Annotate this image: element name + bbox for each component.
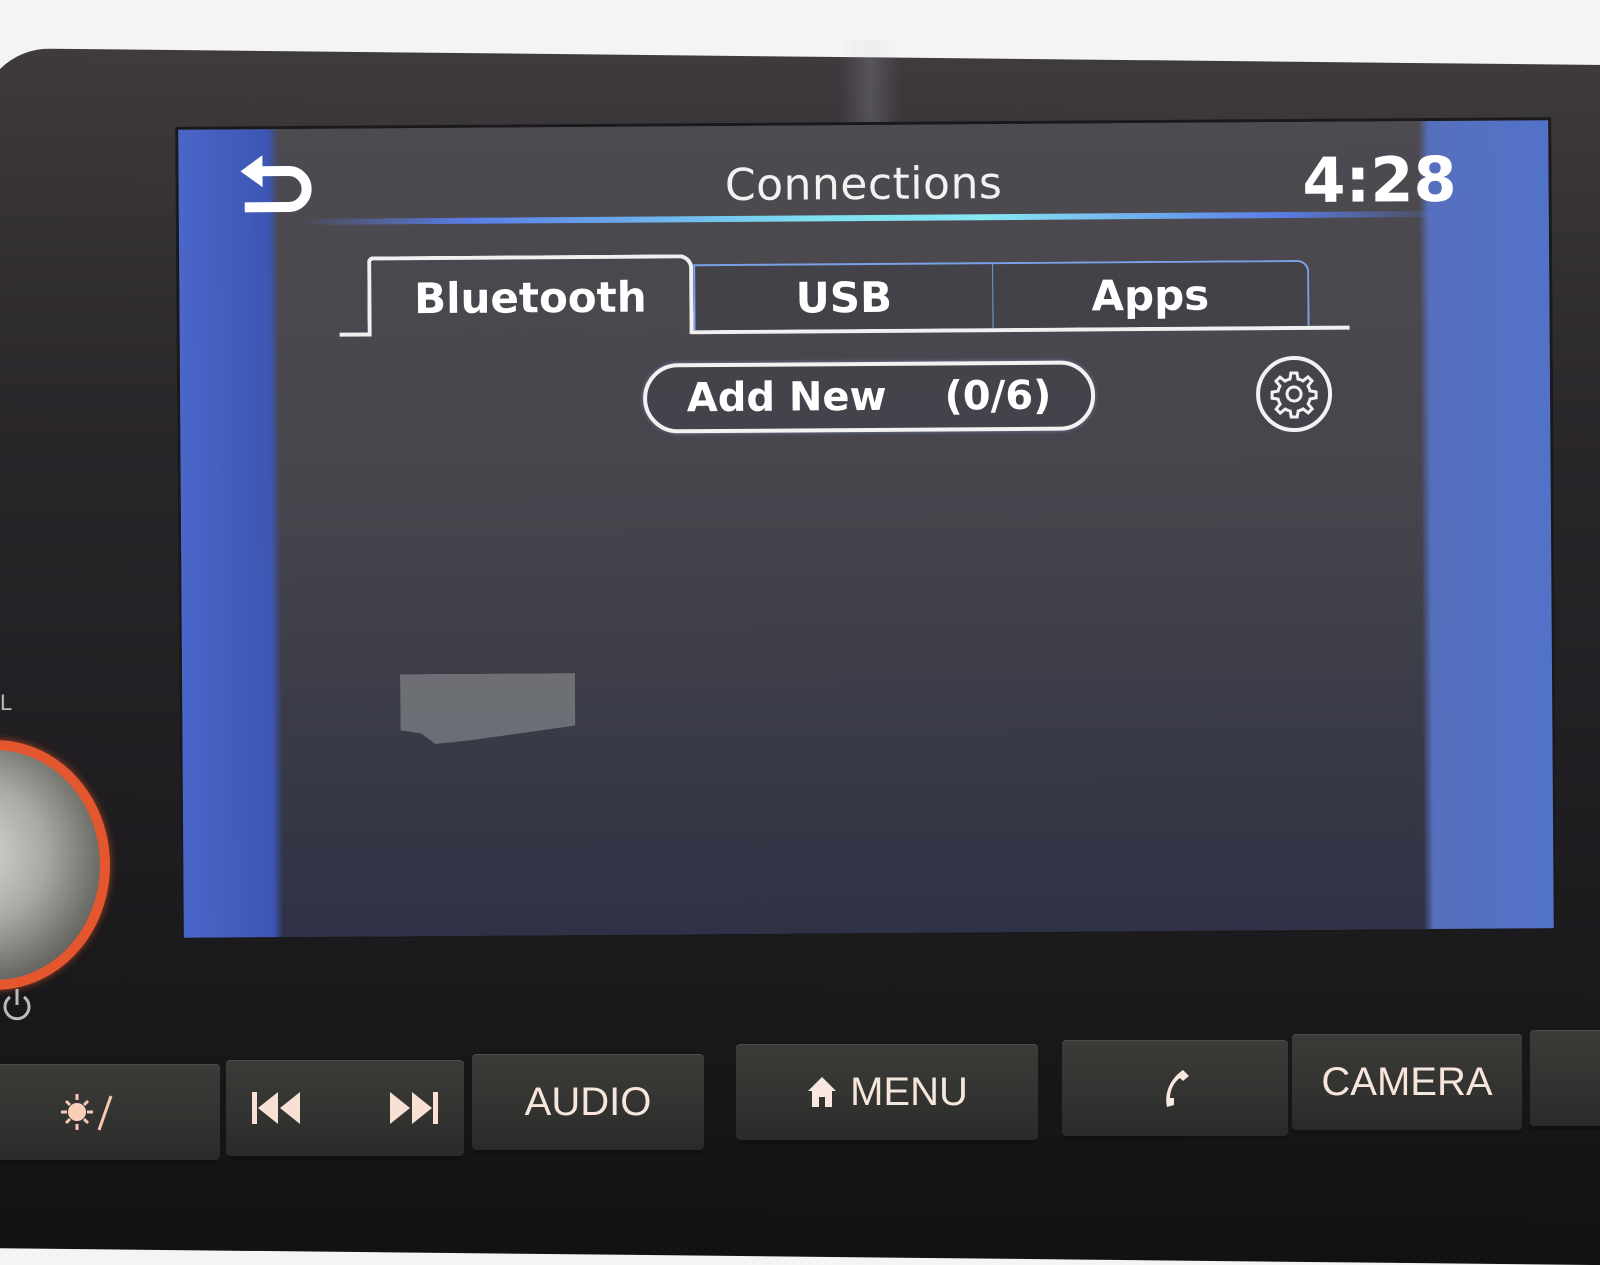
tab-bar: Bluetooth USB Apps xyxy=(339,250,1350,341)
audio-button[interactable]: AUDIO xyxy=(472,1054,704,1150)
hardware-button-row: AUDIO MENU CAMERA xyxy=(0,1030,1600,1200)
menu-button[interactable]: MENU xyxy=(736,1044,1038,1140)
extra-hardware-button[interactable] xyxy=(1530,1030,1600,1126)
connections-page: Connections 4:28 Bluetooth USB Apps Add … xyxy=(178,120,1554,938)
camera-label: CAMERA xyxy=(1321,1059,1493,1104)
phone-button[interactable] xyxy=(1062,1040,1288,1136)
tab-baseline xyxy=(339,332,370,337)
seek-buttons xyxy=(226,1060,464,1156)
menu-label: MENU xyxy=(850,1069,968,1114)
tab-apps[interactable]: Apps xyxy=(993,259,1310,329)
title-underline xyxy=(298,210,1449,225)
header-bar: Connections 4:28 xyxy=(178,120,1549,230)
day-night-button[interactable] xyxy=(0,1064,220,1160)
power-icon xyxy=(3,989,31,1021)
skip-forward-icon[interactable] xyxy=(388,1090,440,1126)
clock: 4:28 xyxy=(1302,142,1457,217)
sun-moon-icon xyxy=(61,1094,141,1131)
add-new-device-button[interactable]: Add New (0/6) xyxy=(642,360,1096,434)
tab-usb[interactable]: USB xyxy=(693,262,994,331)
bluetooth-settings-button[interactable] xyxy=(1255,355,1333,433)
tab-bluetooth[interactable]: Bluetooth xyxy=(367,254,694,337)
skip-back-icon[interactable] xyxy=(250,1090,302,1126)
gear-icon xyxy=(1270,371,1318,419)
infotainment-screen: Connections 4:28 Bluetooth USB Apps Add … xyxy=(175,117,1557,941)
home-icon xyxy=(808,1077,837,1107)
audio-label: AUDIO xyxy=(524,1079,652,1124)
camera-button[interactable]: CAMERA xyxy=(1292,1034,1522,1130)
volume-label: L xyxy=(0,690,13,715)
add-new-label: Add New xyxy=(686,373,887,422)
device-count: (0/6) xyxy=(944,372,1052,420)
phone-icon xyxy=(1166,1070,1189,1107)
